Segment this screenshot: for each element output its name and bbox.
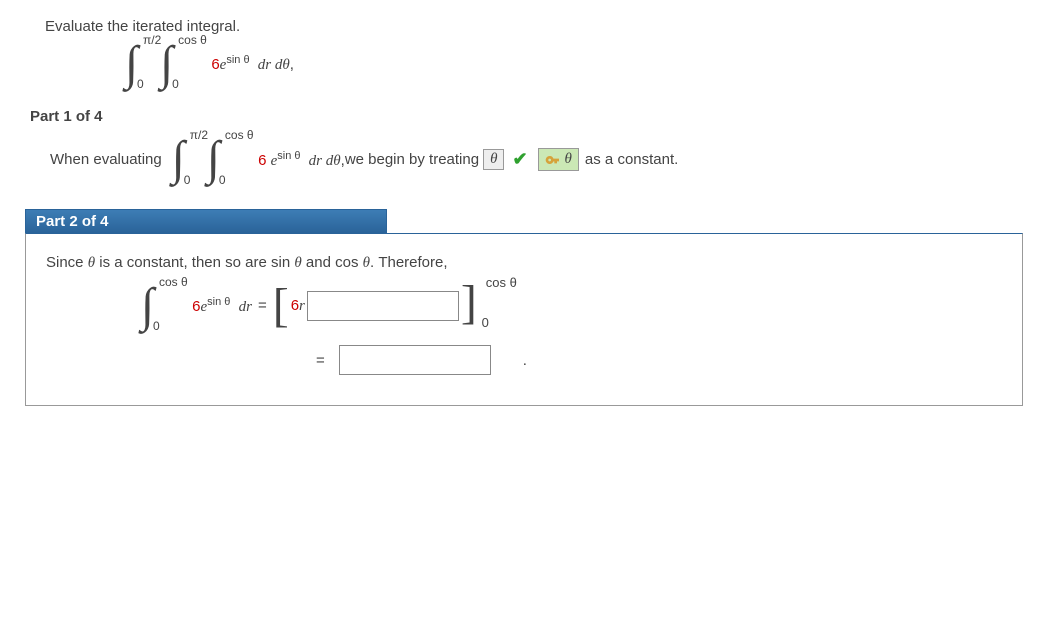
checkmark-icon: ✔	[512, 149, 527, 170]
exponent: sin θ	[226, 54, 249, 66]
answer-input-1[interactable]	[307, 291, 459, 321]
question-integral: ∫ π/2 0 ∫ cos θ 0 6esin θ dr dθ,	[125, 45, 1023, 83]
inner-upper-limit: cos θ	[178, 33, 207, 47]
differentials: dr dθ	[258, 57, 290, 73]
p2-coeff: 6	[192, 298, 200, 315]
p2-lower: 0	[153, 319, 160, 333]
p2-theta2: θ	[294, 255, 301, 271]
inner-lower-limit: 0	[172, 77, 179, 91]
p2-exp: sin θ	[207, 296, 230, 308]
p1-exp: sin θ	[277, 150, 300, 162]
part1-content: When evaluating ∫ π/2 0 ∫ cos θ 0 6 esin…	[50, 140, 1023, 178]
p2-t4: . Therefore,	[370, 254, 448, 271]
bracket-content: 6r	[291, 297, 305, 315]
outer-lower-limit: 0	[137, 77, 144, 91]
part2-content: Since θ is a constant, then so are sin θ…	[25, 233, 1023, 406]
p1-diff: dr dθ	[309, 153, 341, 169]
p2-inner-var: r	[299, 298, 305, 314]
p1-inner-lower: 0	[219, 173, 226, 187]
part1-header: Part 1 of 4	[30, 108, 1023, 125]
answer-input-2[interactable]	[339, 345, 491, 375]
outer-integral: ∫ π/2 0	[125, 45, 138, 83]
inner-integral: ∫ cos θ 0	[160, 45, 173, 83]
p2-t2: is a constant, then so are sin	[95, 254, 294, 271]
p1-integrand: 6 esin θ dr dθ,	[258, 150, 345, 170]
p2-t3: and cos	[302, 254, 363, 271]
bracket-lower-limit: 0	[482, 315, 489, 330]
p2-upper: cos θ	[159, 275, 188, 289]
p2-theta1: θ	[88, 255, 95, 271]
integrand: 6esin θ dr dθ,	[211, 54, 294, 74]
p2-t1: Since	[46, 254, 88, 271]
p2-equals2: =	[316, 352, 325, 369]
p1-inner-upper: cos θ	[225, 128, 254, 142]
part2-header: Part 2 of 4	[25, 209, 387, 234]
comma: ,	[290, 56, 294, 73]
left-bracket-icon: [	[273, 292, 289, 321]
part2-equation-line1: ∫ cos θ 0 6esin θ dr = [ 6r ] cos θ 0	[141, 287, 1007, 325]
bracket-upper-limit: cos θ	[486, 275, 517, 290]
p2-integrand: 6esin θ dr	[192, 296, 252, 316]
p2-diff: dr	[239, 299, 252, 315]
p2-inner-coeff: 6	[291, 297, 299, 314]
outer-upper-limit: π/2	[143, 33, 161, 47]
part1-lead-text: When evaluating	[50, 151, 162, 168]
p2-equals: =	[258, 297, 267, 314]
key-icon	[545, 152, 561, 168]
p1-inner-integral: ∫ cos θ 0	[207, 140, 220, 178]
part2-statement: Since θ is a constant, then so are sin θ…	[46, 254, 1007, 272]
p2-theta3: θ	[363, 255, 370, 271]
right-bracket-icon: ]	[461, 276, 477, 329]
answer-chip-theta[interactable]: θ	[483, 149, 504, 170]
part2-equation-line2: = .	[316, 345, 1007, 375]
right-bracket-group: ] cos θ 0	[461, 289, 477, 322]
p1-outer-upper: π/2	[190, 128, 208, 142]
solution-key-badge[interactable]: θ	[538, 148, 579, 171]
p1-outer-integral: ∫ π/2 0	[172, 140, 185, 178]
period: .	[523, 352, 527, 369]
p1-coeff: 6	[258, 152, 271, 169]
p2-integral: ∫ cos θ 0	[141, 287, 154, 325]
key-value: θ	[565, 151, 572, 168]
p1-mid-text: we begin by treating	[345, 151, 479, 168]
p1-tail-text: as a constant.	[585, 151, 678, 168]
p1-outer-lower: 0	[184, 173, 191, 187]
coeff: 6	[211, 56, 219, 73]
